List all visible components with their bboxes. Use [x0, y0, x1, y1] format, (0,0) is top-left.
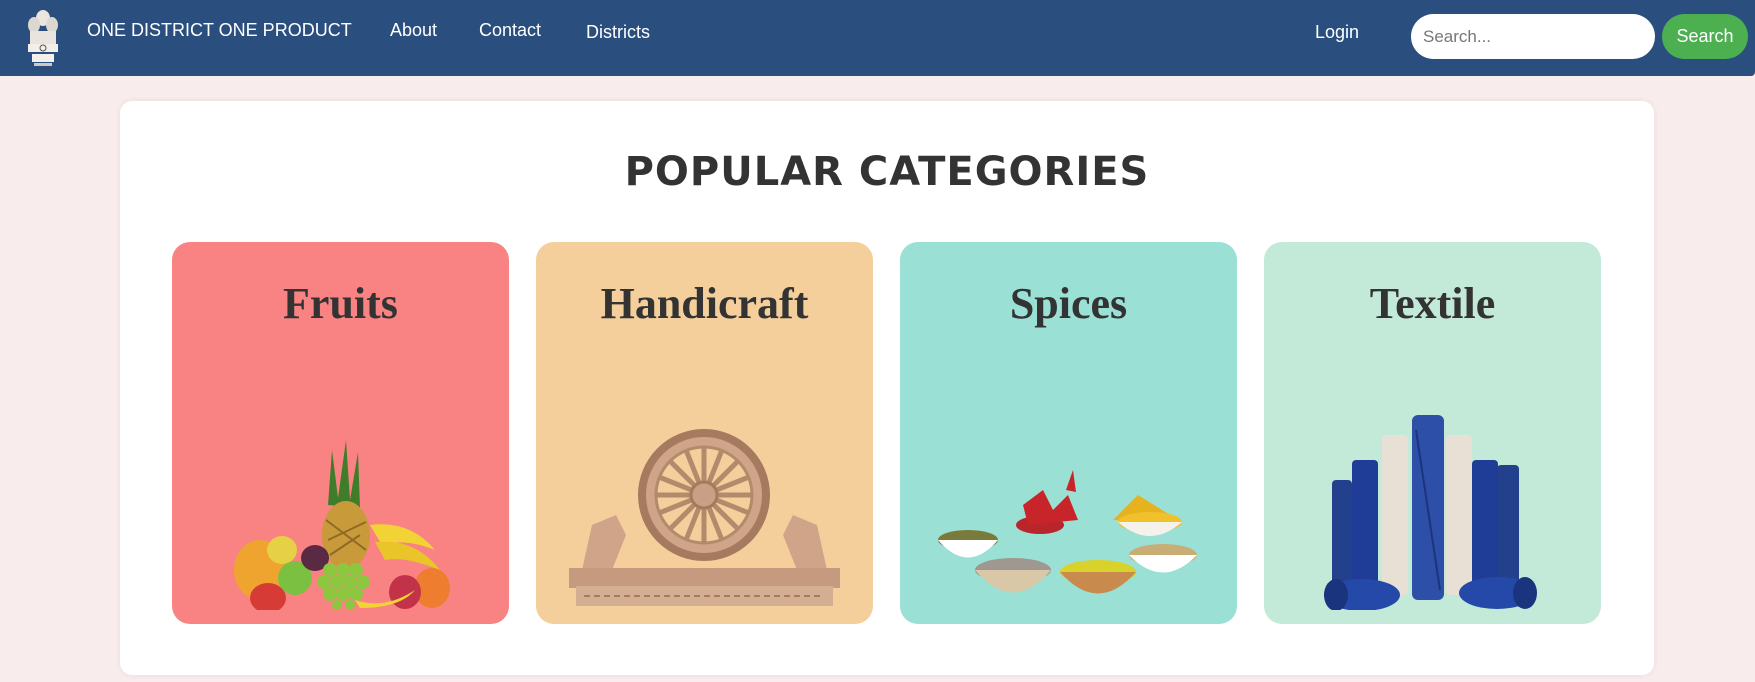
national-emblem-icon[interactable]	[24, 8, 62, 68]
category-card-textile[interactable]: Textile	[1264, 242, 1601, 624]
nav-districts-link[interactable]: Districts	[586, 22, 650, 43]
category-card-fruits[interactable]: Fruits	[172, 242, 509, 624]
fruit-basket-image	[234, 440, 450, 610]
search-button[interactable]: Search	[1662, 14, 1748, 59]
fabric-rolls-image	[1324, 415, 1537, 610]
nav-contact-link[interactable]: Contact	[479, 20, 541, 41]
category-title: Spices	[1009, 279, 1128, 328]
konark-wheel-craft-image	[569, 429, 840, 606]
nav-about-link[interactable]: About	[390, 20, 437, 41]
search-input[interactable]	[1411, 14, 1655, 59]
category-card-spices[interactable]: Spices	[900, 242, 1237, 624]
brand-link[interactable]: ONE DISTRICT ONE PRODUCT	[87, 20, 352, 41]
categories-panel: POPULAR CATEGORIES Fruits Handicraft Spi…	[120, 101, 1654, 675]
login-link[interactable]: Login	[1315, 22, 1359, 43]
category-title: Fruits	[283, 279, 398, 328]
category-card-handicraft[interactable]: Handicraft	[536, 242, 873, 624]
category-title: Textile	[1369, 279, 1496, 328]
section-title: POPULAR CATEGORIES	[624, 149, 1150, 195]
navbar: ONE DISTRICT ONE PRODUCT About Contact D…	[0, 0, 1755, 76]
category-title: Handicraft	[600, 279, 809, 328]
spice-bowls-image	[938, 470, 1197, 594]
